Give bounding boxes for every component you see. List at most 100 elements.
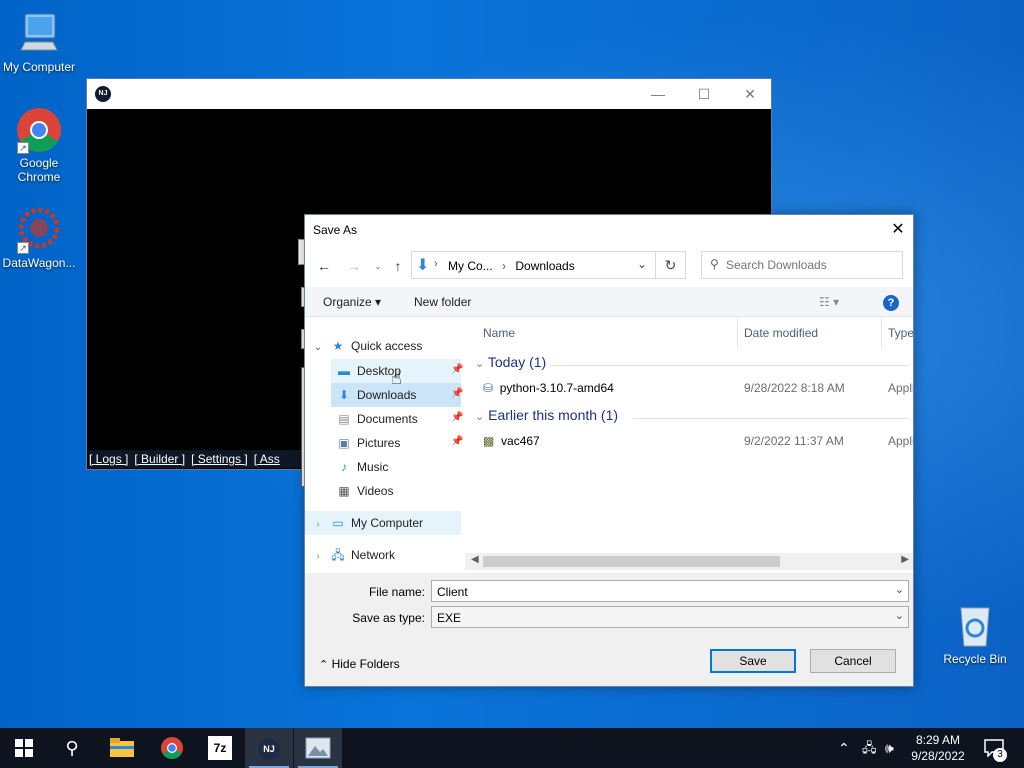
start-icon[interactable] bbox=[0, 728, 48, 768]
desktop-icon-google-chrome[interactable]: ↗ Google Chrome bbox=[0, 106, 78, 184]
logs-link[interactable]: [ Logs ] bbox=[89, 452, 128, 466]
star-icon: ★ bbox=[332, 339, 344, 353]
file-explorer-icon[interactable] bbox=[98, 728, 146, 768]
app-titlebar[interactable]: NJ — ☐ ✕ bbox=[87, 79, 771, 109]
network-tray-icon[interactable]: 🖧 bbox=[862, 728, 877, 768]
nav-videos[interactable]: ▦ Videos bbox=[335, 480, 393, 502]
desktop-icon-datawagon[interactable]: ↗ DataWagon... bbox=[0, 206, 78, 270]
group-earlier-this-month[interactable]: ⌄ Earlier this month (1) bbox=[475, 407, 618, 423]
save-as-type-select[interactable]: EXE ⌄ bbox=[431, 606, 909, 628]
close-icon[interactable]: ✕ bbox=[727, 79, 773, 109]
chevron-up-icon: ⌃ bbox=[319, 659, 329, 671]
search-icon: ⚲ bbox=[710, 257, 719, 271]
hide-folders-button[interactable]: ⌃ Hide Folders bbox=[319, 657, 400, 671]
chrome-icon[interactable] bbox=[148, 728, 196, 768]
navigation-pane: ⌄ ★ Quick access ▬ Desktop 📌 ⬇ Downloads 📌 ▤… bbox=[305, 318, 463, 576]
file-type: Appli bbox=[888, 434, 913, 448]
image-viewer-icon[interactable] bbox=[294, 728, 342, 768]
desktop-icon-recycle-bin[interactable]: Recycle Bin bbox=[936, 602, 1014, 666]
taskbar-clock[interactable]: 8:29 AM 9/28/2022 bbox=[900, 732, 976, 764]
search-input[interactable] bbox=[726, 256, 896, 274]
volume-icon[interactable]: 🕪 bbox=[885, 728, 894, 768]
videos-film-icon: ▦ bbox=[338, 484, 350, 498]
pin-icon[interactable]: 📌 bbox=[451, 436, 463, 447]
cancel-button[interactable]: Cancel bbox=[810, 649, 896, 673]
recycle-bin-icon bbox=[951, 602, 999, 650]
shortcut-arrow-icon: ↗ bbox=[17, 242, 29, 254]
breadcrumb-my-computer[interactable]: My Co... bbox=[448, 259, 493, 273]
search-icon[interactable]: ⚲ bbox=[48, 728, 96, 768]
file-name-value: Client bbox=[437, 585, 468, 599]
file-name-input[interactable]: Client ⌄ bbox=[431, 580, 909, 602]
maximize-icon[interactable]: ☐ bbox=[681, 79, 727, 109]
forward-arrow-icon[interactable]: → bbox=[343, 255, 365, 277]
column-header-name[interactable]: Name bbox=[483, 326, 515, 340]
group-today[interactable]: ⌄ Today (1) bbox=[475, 354, 546, 370]
hand-cursor-icon: ☝ bbox=[391, 368, 402, 388]
scroll-left-arrow-icon: ◀ bbox=[471, 554, 479, 565]
pin-icon[interactable]: 📌 bbox=[451, 388, 463, 399]
documents-icon: ▤ bbox=[338, 412, 350, 426]
builder-link[interactable]: [ Builder ] bbox=[134, 452, 185, 466]
chevron-right-icon: › bbox=[316, 551, 320, 562]
up-arrow-icon[interactable]: ↑ bbox=[387, 255, 409, 277]
nav-pictures[interactable]: ▣ Pictures bbox=[335, 432, 400, 454]
nav-downloads[interactable]: ⬇ Downloads bbox=[335, 384, 416, 406]
save-as-dialog[interactable]: Save As ✕ ← → ⌄ ↑ ⬇ › My Co... › Downloa… bbox=[304, 214, 914, 687]
file-row-vac467[interactable]: ▩ vac467 bbox=[483, 434, 540, 448]
chevron-right-icon: › bbox=[434, 258, 438, 270]
settings-link[interactable]: [ Settings ] bbox=[191, 452, 248, 466]
downloads-arrow-icon: ⬇ bbox=[338, 388, 350, 402]
desktop-icon-label: My Computer bbox=[2, 60, 76, 74]
help-icon[interactable]: ? bbox=[883, 295, 899, 311]
back-arrow-icon[interactable]: ← bbox=[313, 255, 335, 277]
desktop-icon-my-computer[interactable]: My Computer bbox=[0, 10, 78, 74]
pin-icon[interactable]: 📌 bbox=[451, 412, 463, 423]
nj-logo-icon: NJ bbox=[95, 86, 111, 102]
nav-quick-access[interactable]: ⌄ ★ Quick access bbox=[311, 335, 423, 357]
recent-locations-chevron-icon[interactable]: ⌄ bbox=[367, 255, 389, 277]
nav-music[interactable]: ♪ Music bbox=[335, 456, 388, 478]
minimize-icon[interactable]: — bbox=[635, 79, 681, 109]
desktop-folder-icon: ▬ bbox=[338, 364, 350, 378]
chevron-up-icon[interactable]: ⌃ bbox=[838, 728, 850, 768]
horizontal-scrollbar[interactable]: ◀ ▶ bbox=[465, 553, 913, 570]
save-button[interactable]: Save bbox=[710, 649, 796, 673]
close-icon[interactable]: ✕ bbox=[883, 215, 913, 245]
file-date: 9/28/2022 8:18 AM bbox=[744, 381, 845, 395]
nj-rat-icon[interactable]: NJ bbox=[245, 728, 293, 768]
view-options-icon[interactable]: ☷ ▾ bbox=[819, 295, 839, 309]
nav-network[interactable]: › 🖧 Network bbox=[311, 544, 395, 566]
breadcrumb-downloads[interactable]: Downloads bbox=[515, 259, 574, 273]
nav-my-computer[interactable]: › ▭ My Computer bbox=[311, 512, 423, 534]
save-as-type-value: EXE bbox=[437, 611, 462, 625]
file-list: Name Date modified Type ⌄ Today (1) ⛁ py… bbox=[465, 318, 913, 576]
python-installer-icon: ⛁ bbox=[483, 381, 494, 395]
scrollbar-thumb[interactable] bbox=[483, 556, 780, 567]
app-menu-links: [ Logs ] [ Builder ] [ Settings ] [ Ass bbox=[89, 450, 301, 468]
pin-icon[interactable]: 📌 bbox=[451, 364, 463, 375]
taskbar: ⚲ 7z NJ ⌃ 🖧 🕪 8:29 AM 9/28/2022 3 bbox=[0, 728, 1024, 768]
search-box[interactable]: ⚲ bbox=[701, 251, 903, 279]
7zip-icon[interactable]: 7z bbox=[196, 728, 244, 768]
chevron-down-icon: ⌄ bbox=[475, 358, 485, 370]
chevron-down-icon: ⌄ bbox=[475, 411, 485, 423]
new-folder-button[interactable]: New folder bbox=[414, 295, 471, 309]
column-header-type[interactable]: Type bbox=[888, 326, 913, 340]
chevron-down-icon[interactable]: ⌄ bbox=[895, 583, 904, 596]
organize-button[interactable]: Organize ▾ bbox=[323, 295, 381, 309]
refresh-icon[interactable]: ↻ bbox=[656, 251, 686, 279]
chevron-down-icon[interactable]: ⌄ bbox=[895, 609, 904, 622]
shortcut-arrow-icon: ↗ bbox=[17, 142, 29, 154]
pictures-icon: ▣ bbox=[338, 436, 350, 450]
nav-documents[interactable]: ▤ Documents bbox=[335, 408, 417, 430]
file-type: Appli bbox=[888, 381, 913, 395]
save-as-type-label: Save as type: bbox=[352, 611, 425, 625]
scroll-right-arrow-icon: ▶ bbox=[901, 554, 909, 565]
column-header-date-modified[interactable]: Date modified bbox=[744, 326, 818, 340]
chevron-down-icon[interactable]: ⌄ bbox=[637, 257, 647, 271]
address-bar[interactable]: ⬇ › My Co... › Downloads ⌄ bbox=[411, 251, 656, 279]
assembly-link[interactable]: [ Ass bbox=[254, 452, 280, 466]
dialog-title: Save As bbox=[313, 223, 358, 237]
file-row-python[interactable]: ⛁ python-3.10.7-amd64 bbox=[483, 381, 614, 395]
